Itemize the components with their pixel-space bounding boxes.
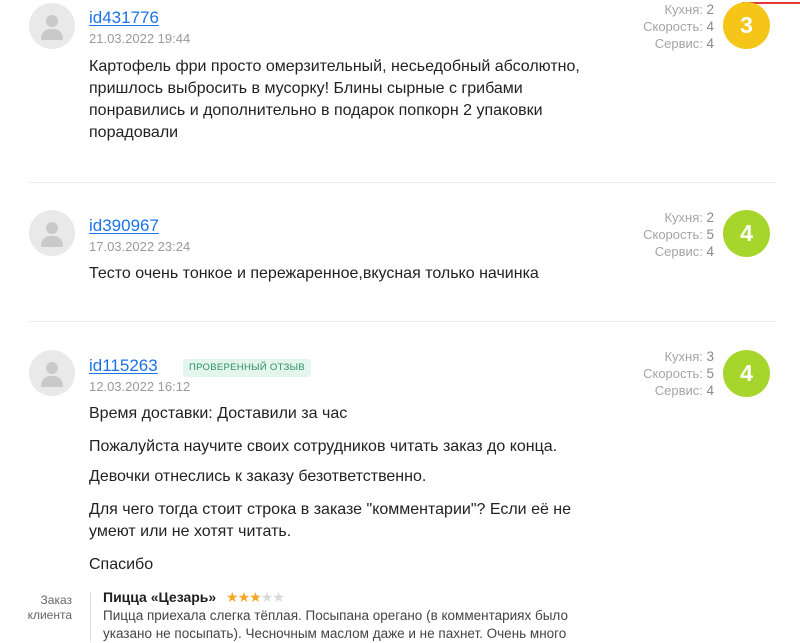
avatar — [29, 210, 75, 256]
review-user-link[interactable]: id390967 — [89, 216, 159, 236]
score-badge: 3 — [723, 2, 770, 49]
star-empty-icon: ★ — [260, 589, 274, 605]
review-ratings: Кухня: 2 Скорость: 4 Сервис: 4 — [643, 1, 714, 52]
order-item-title: Пицца «Цезарь» — [103, 589, 217, 605]
review-paragraph: Пожалуйста научите своих сотрудников чит… — [89, 438, 558, 455]
order-rating-stars: ★★★★★ — [226, 589, 285, 606]
review-user-link[interactable]: id115263 — [89, 356, 158, 376]
service-value: 4 — [706, 244, 714, 259]
review-paragraph: Спасибо — [89, 556, 154, 573]
review-user-link[interactable]: id431776 — [89, 8, 159, 28]
order-divider — [90, 592, 91, 642]
review-paragraph: Для чего тогда стоит строка в заказе "ко… — [89, 501, 572, 540]
review-date: 17.03.2022 23:24 — [89, 239, 191, 254]
star-filled-icon: ★ — [237, 589, 251, 605]
kitchen-label: Кухня: — [664, 349, 703, 364]
avatar — [29, 350, 75, 396]
speed-value: 5 — [706, 227, 714, 242]
service-value: 4 — [706, 383, 714, 398]
speed-label: Скорость: — [643, 227, 703, 242]
speed-label: Скорость: — [643, 366, 703, 381]
review-paragraph: Девочки отнеслись к заказу безответствен… — [89, 468, 427, 485]
speed-label: Скорость: — [643, 19, 703, 34]
review-divider — [29, 321, 777, 322]
service-label: Сервис: — [654, 36, 703, 51]
verified-review-badge: ПРОВЕРЕННЫЙ ОТЗЫВ — [183, 359, 311, 377]
kitchen-value: 3 — [706, 349, 714, 364]
score-badge: 4 — [723, 350, 770, 397]
review-date: 12.03.2022 16:12 — [89, 379, 191, 394]
service-label: Сервис: — [654, 244, 703, 259]
order-label: Заказ клиента — [27, 593, 72, 622]
speed-value: 4 — [706, 19, 714, 34]
score-badge: 4 — [723, 210, 770, 257]
kitchen-value: 2 — [706, 210, 714, 225]
review-divider — [29, 182, 777, 183]
review-paragraph: Время доставки: Доставили за час — [89, 405, 348, 422]
service-value: 4 — [706, 36, 714, 51]
avatar — [29, 3, 75, 49]
review-ratings: Кухня: 3 Скорость: 5 Сервис: 4 — [643, 348, 714, 399]
review-date: 21.03.2022 19:44 — [89, 31, 191, 46]
kitchen-label: Кухня: — [664, 2, 703, 17]
star-empty-icon: ★ — [272, 589, 285, 605]
kitchen-label: Кухня: — [664, 210, 703, 225]
review-text: Тесто очень тонкое и пережаренное,вкусна… — [89, 265, 539, 282]
star-filled-icon: ★ — [226, 589, 239, 605]
service-label: Сервис: — [654, 383, 703, 398]
star-filled-icon: ★ — [249, 589, 262, 605]
speed-value: 5 — [706, 366, 714, 381]
review-ratings: Кухня: 2 Скорость: 5 Сервис: 4 — [643, 209, 714, 260]
kitchen-value: 2 — [706, 2, 714, 17]
order-comment: Пицца приехала слегка тёплая. Посыпана о… — [103, 608, 568, 641]
review-text: Картофель фри просто омерзительный, несь… — [89, 58, 580, 141]
